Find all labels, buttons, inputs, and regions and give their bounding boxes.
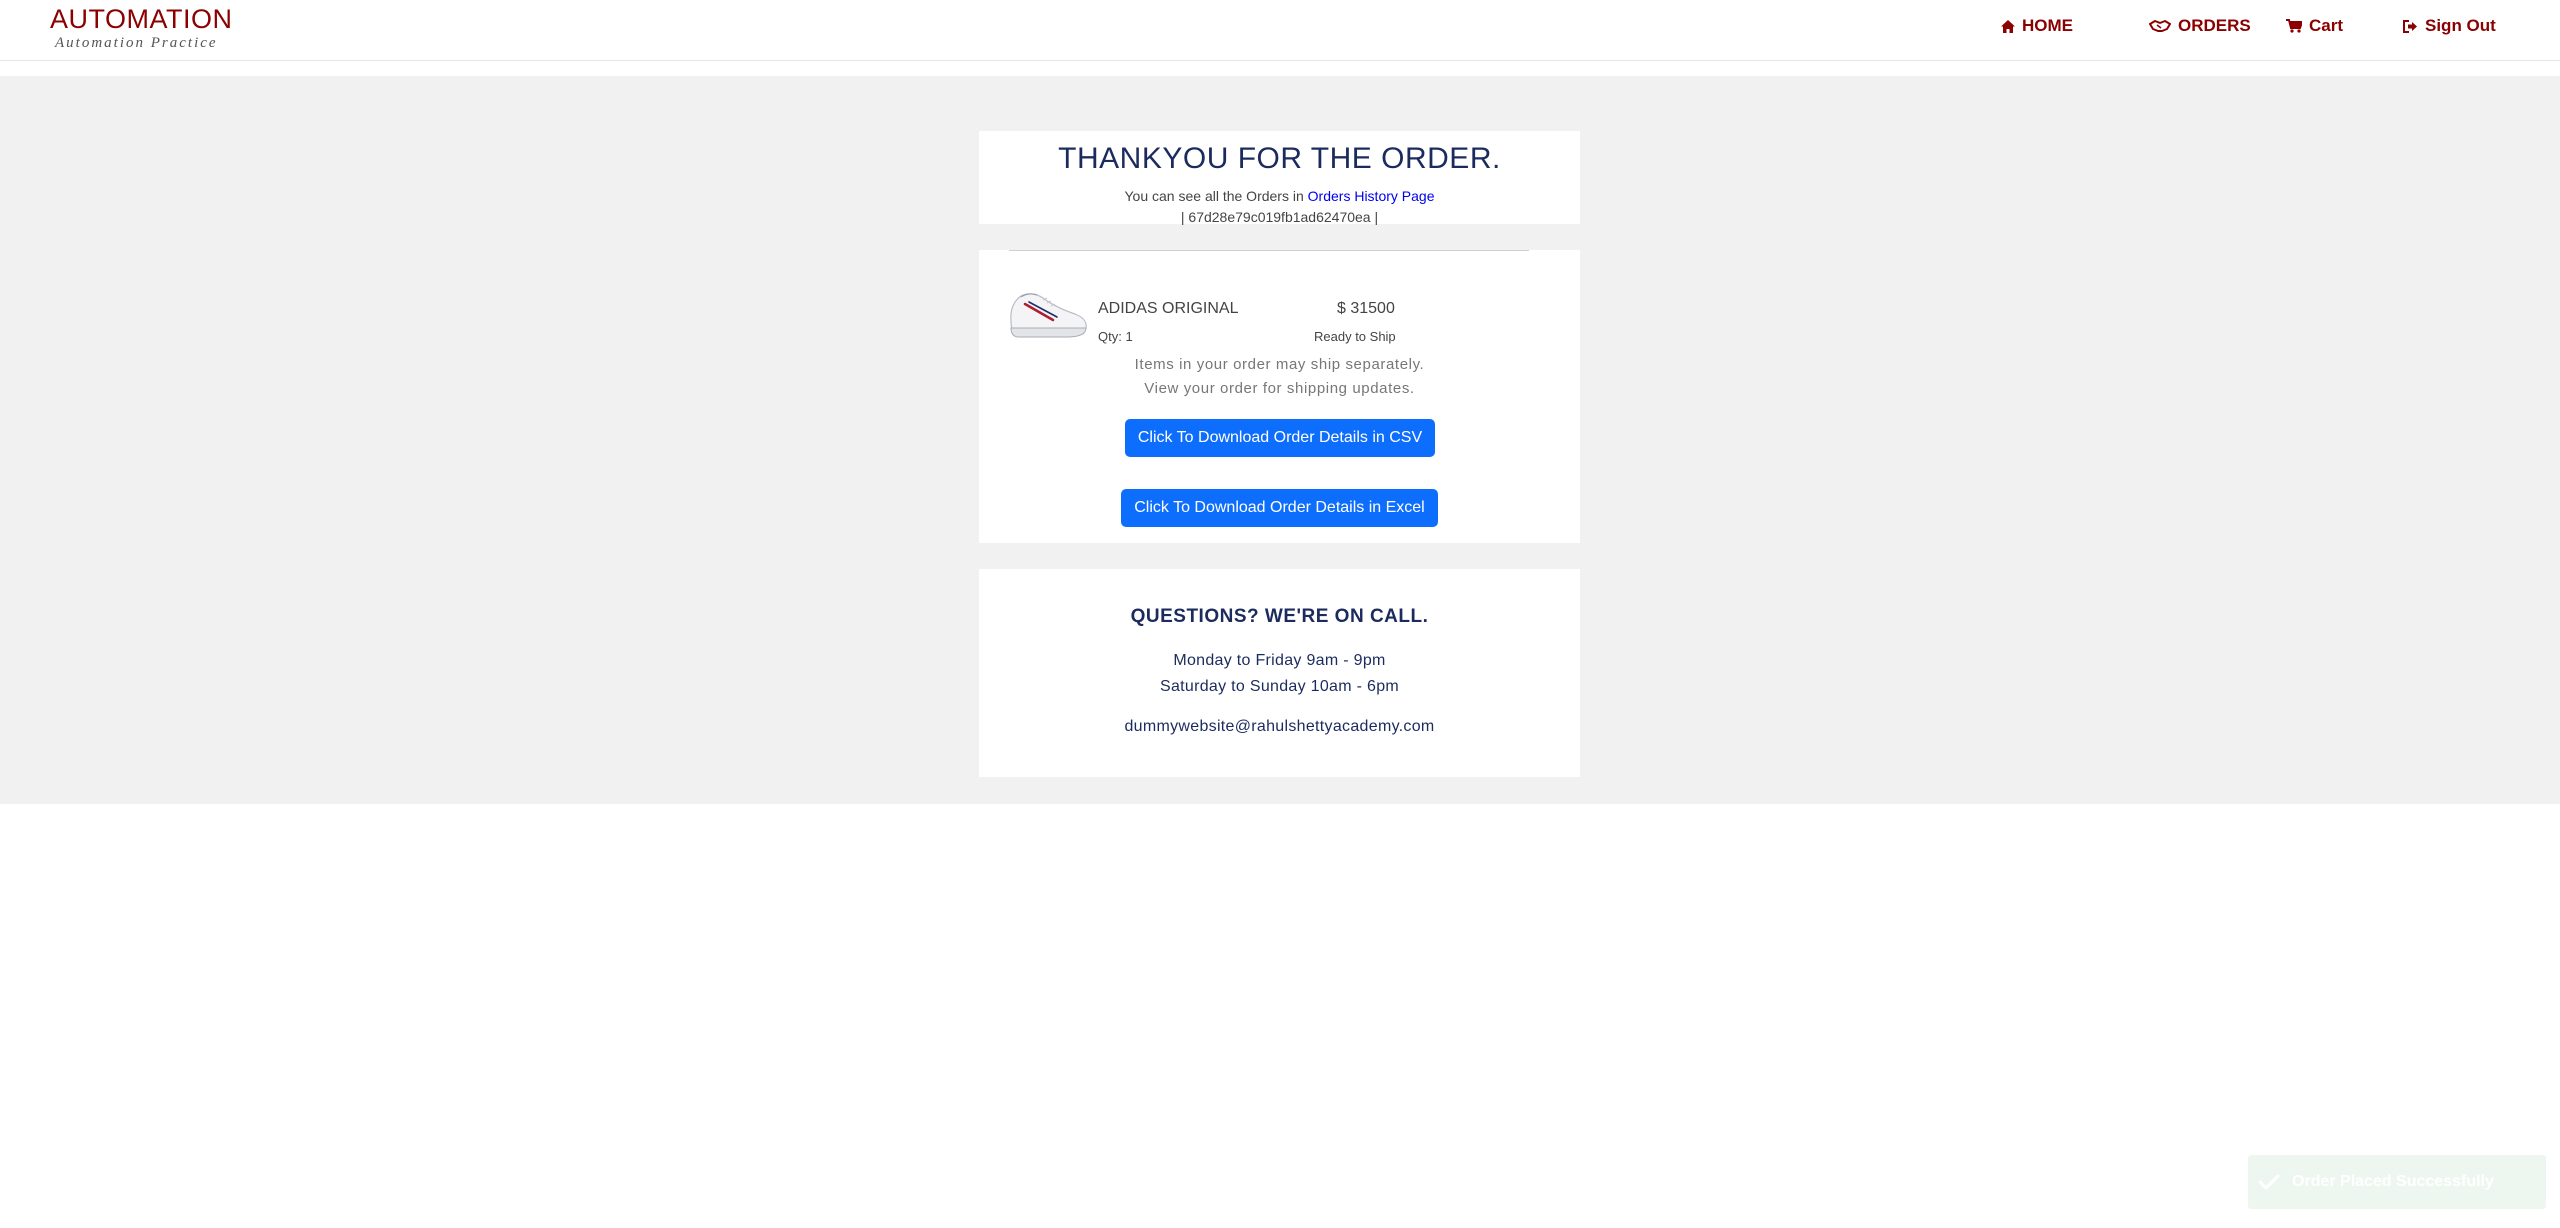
item-qty: Qty: 1: [1098, 329, 1133, 344]
orders-history-note: You can see all the Orders in Orders His…: [979, 188, 1580, 205]
nav-cart-label: Cart: [2309, 16, 2344, 35]
toast-notification[interactable]: Order Placed Successfully: [2248, 1155, 2546, 1209]
nav-home[interactable]: HOME: [2001, 14, 2073, 38]
download-excel-button[interactable]: Click To Download Order Details in Excel: [1121, 489, 1438, 527]
order-id: | 67d28e79c019fb1ad62470ea |: [1180, 209, 1379, 225]
contact-email[interactable]: dummywebsite@rahulshettyacademy.com: [979, 718, 1580, 736]
check-icon: [2258, 1174, 2280, 1190]
nav-sign-out[interactable]: Sign Out: [2403, 14, 2496, 38]
nav-sign-out-label: Sign Out: [2425, 16, 2496, 35]
sign-out-icon: [2403, 19, 2417, 33]
ship-note-separately: Items in your order may ship separately.: [1134, 356, 1425, 373]
download-csv-button[interactable]: Click To Download Order Details in CSV: [1125, 419, 1435, 457]
brand-subtitle: Automation Practice: [55, 35, 218, 51]
item-status: Ready to Ship: [1314, 329, 1396, 344]
order-items-card: ADIDAS ORIGINAL $ 31500 Qty: 1 Ready to …: [979, 250, 1580, 543]
item-price: $ 31500: [1337, 300, 1395, 317]
orders-history-link[interactable]: Orders History Page: [1308, 188, 1435, 204]
shoe-image: [1010, 293, 1087, 338]
thank-you-title: THANKYOU FOR THE ORDER.: [1058, 142, 1501, 175]
ship-note-updates: View your order for shipping updates.: [1144, 380, 1415, 397]
support-hours: Monday to Friday 9am - 9pm Saturday to S…: [979, 648, 1580, 700]
contact-title: QUESTIONS? WE'RE ON CALL.: [1130, 606, 1429, 627]
nav-orders[interactable]: ORDERS: [2149, 14, 2251, 38]
nav-cart[interactable]: Cart: [2286, 14, 2343, 38]
brand-title: AUTOMATION: [50, 4, 233, 34]
handshake-icon: [2149, 20, 2171, 32]
toast-message: Order Placed Successfully: [2292, 1173, 2494, 1190]
home-icon: [2001, 19, 2015, 33]
contact-card: QUESTIONS? WE'RE ON CALL. Monday to Frid…: [979, 569, 1580, 777]
item-name: ADIDAS ORIGINAL: [1098, 300, 1239, 317]
nav-orders-label: ORDERS: [2178, 16, 2251, 35]
hours-weekend: Saturday to Sunday 10am - 6pm: [1159, 678, 1400, 695]
main-content: THANKYOU FOR THE ORDER. You can see all …: [0, 76, 2560, 804]
nav-home-label: HOME: [2022, 16, 2073, 35]
cart-icon: [2286, 19, 2302, 33]
divider: [1009, 250, 1529, 251]
hours-weekday: Monday to Friday 9am - 9pm: [1173, 652, 1386, 669]
orders-history-prefix: You can see all the Orders in: [1124, 188, 1308, 204]
top-navbar: AUTOMATION Automation Practice HOME ORDE…: [0, 0, 2560, 61]
thank-you-card: THANKYOU FOR THE ORDER. You can see all …: [979, 131, 1580, 225]
brand-logo[interactable]: AUTOMATION Automation Practice: [50, 4, 233, 52]
